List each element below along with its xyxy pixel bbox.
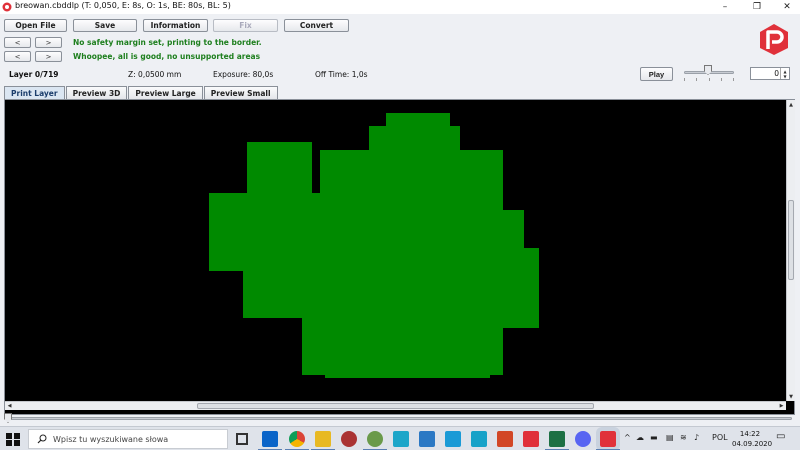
fix-button[interactable]: Fix (213, 19, 278, 32)
view-tabs: Print Layer Preview 3D Preview Large Pre… (4, 86, 279, 99)
scroll-left-icon[interactable]: ◀ (5, 402, 14, 410)
open-file-button[interactable]: Open File (4, 19, 67, 32)
chrome-icon[interactable] (285, 431, 309, 450)
layer-slider-track[interactable] (6, 417, 792, 420)
search-placeholder: Wpisz tu wyszukiwane słowa (53, 435, 169, 444)
office-icon[interactable] (497, 431, 513, 447)
wifi-icon[interactable]: ≋ (680, 433, 687, 442)
excel-icon[interactable] (545, 431, 569, 450)
app-n-icon[interactable] (419, 431, 435, 447)
layer-counter: Layer 0/719 (9, 70, 59, 79)
message1-next-button[interactable]: > (35, 37, 62, 48)
canvas-horizontal-scrollbar[interactable]: ◀ ▶ (5, 401, 786, 410)
tab-preview-large[interactable]: Preview Large (128, 86, 203, 99)
layer-viewport: ▲ ▼ ◀ ▶ (4, 99, 795, 415)
minimize-button[interactable]: – (710, 0, 740, 14)
app-sphere-icon[interactable] (341, 431, 357, 447)
play-button[interactable]: Play (640, 67, 673, 81)
brand-logo-icon (760, 24, 788, 55)
tab-preview-small[interactable]: Preview Small (203, 86, 278, 99)
horizontal-scroll-thumb[interactable] (197, 403, 594, 409)
cloud-icon[interactable]: ☁ (636, 433, 644, 442)
layer-spinner[interactable]: 0 ▲ ▼ (750, 67, 790, 80)
canvas-vertical-scrollbar[interactable]: ▲ ▼ (786, 100, 795, 401)
task-view-icon[interactable] (236, 433, 248, 445)
layer-canvas[interactable] (5, 100, 786, 401)
photon-app-icon[interactable] (596, 427, 620, 450)
taskbar-search-box[interactable]: Wpisz tu wyszukiwane słowa (28, 429, 228, 449)
notifications-icon[interactable]: ▭ (776, 431, 785, 442)
language-indicator[interactable]: POL (712, 433, 728, 442)
app-c-icon[interactable] (471, 431, 487, 447)
layer-spinner-value: 0 (774, 69, 779, 78)
status-message-margin: No safety margin set, printing to the bo… (73, 38, 262, 47)
message2-next-button[interactable]: > (35, 51, 62, 62)
spinner-arrows-icon[interactable]: ▲ ▼ (780, 68, 789, 79)
windows-start-icon[interactable] (4, 431, 20, 447)
chitubox-icon[interactable] (523, 431, 539, 447)
volume-icon[interactable]: ♪ (694, 433, 699, 442)
title-bar: breowan.cbddlp (T: 0,050, E: 8s, O: 1s, … (0, 0, 800, 14)
taskbar: Wpisz tu wyszukiwane słowa ^ ☁ ▬ ▤ ≋ ♪ P… (0, 426, 800, 450)
app-wave-icon[interactable] (393, 431, 409, 447)
app-tools-icon[interactable] (363, 431, 387, 450)
search-icon (37, 434, 47, 444)
scroll-up-icon[interactable]: ▲ (787, 100, 795, 109)
outlook-icon[interactable] (258, 431, 282, 450)
app-p-icon[interactable] (445, 431, 461, 447)
convert-button[interactable]: Convert (284, 19, 349, 32)
status-message-supports: Whoopee, all is good, no unsupported are… (73, 52, 261, 61)
scroll-right-icon[interactable]: ▶ (777, 402, 786, 410)
off-time: Off Time: 1,0s (315, 70, 368, 79)
file-explorer-icon[interactable] (311, 431, 335, 450)
restore-button[interactable]: ❐ (742, 0, 772, 14)
message1-prev-button[interactable]: < (4, 37, 31, 48)
network-icon[interactable]: ▤ (666, 433, 674, 442)
window-title: breowan.cbddlp (T: 0,050, E: 8s, O: 1s, … (15, 1, 231, 10)
z-height: Z: 0,0500 mm (128, 70, 182, 79)
tray-expand-icon[interactable]: ^ (624, 433, 631, 442)
layer-slider-thumb[interactable] (4, 413, 12, 423)
discord-icon[interactable] (575, 431, 591, 447)
exposure-time: Exposure: 80,0s (213, 70, 274, 79)
scroll-down-icon[interactable]: ▼ (787, 392, 795, 401)
speed-slider-ticks (684, 78, 734, 81)
vertical-scroll-thumb[interactable] (788, 200, 794, 280)
close-button[interactable]: ✕ (772, 0, 800, 14)
clock-date: 04.09.2020 (732, 440, 773, 448)
tray-app-icon[interactable]: ▬ (650, 433, 658, 442)
message2-prev-button[interactable]: < (4, 51, 31, 62)
taskbar-clock[interactable]: 14:22 04.09.2020 (732, 429, 773, 449)
tab-preview-3d[interactable]: Preview 3D (65, 86, 128, 99)
information-button[interactable]: Information (143, 19, 208, 32)
app-window: Open File Save Information Fix Convert <… (0, 14, 800, 426)
save-button[interactable]: Save (73, 19, 137, 32)
clock-time: 14:22 (739, 430, 761, 438)
app-logo-icon (2, 2, 12, 12)
tab-print-layer[interactable]: Print Layer (4, 86, 65, 99)
